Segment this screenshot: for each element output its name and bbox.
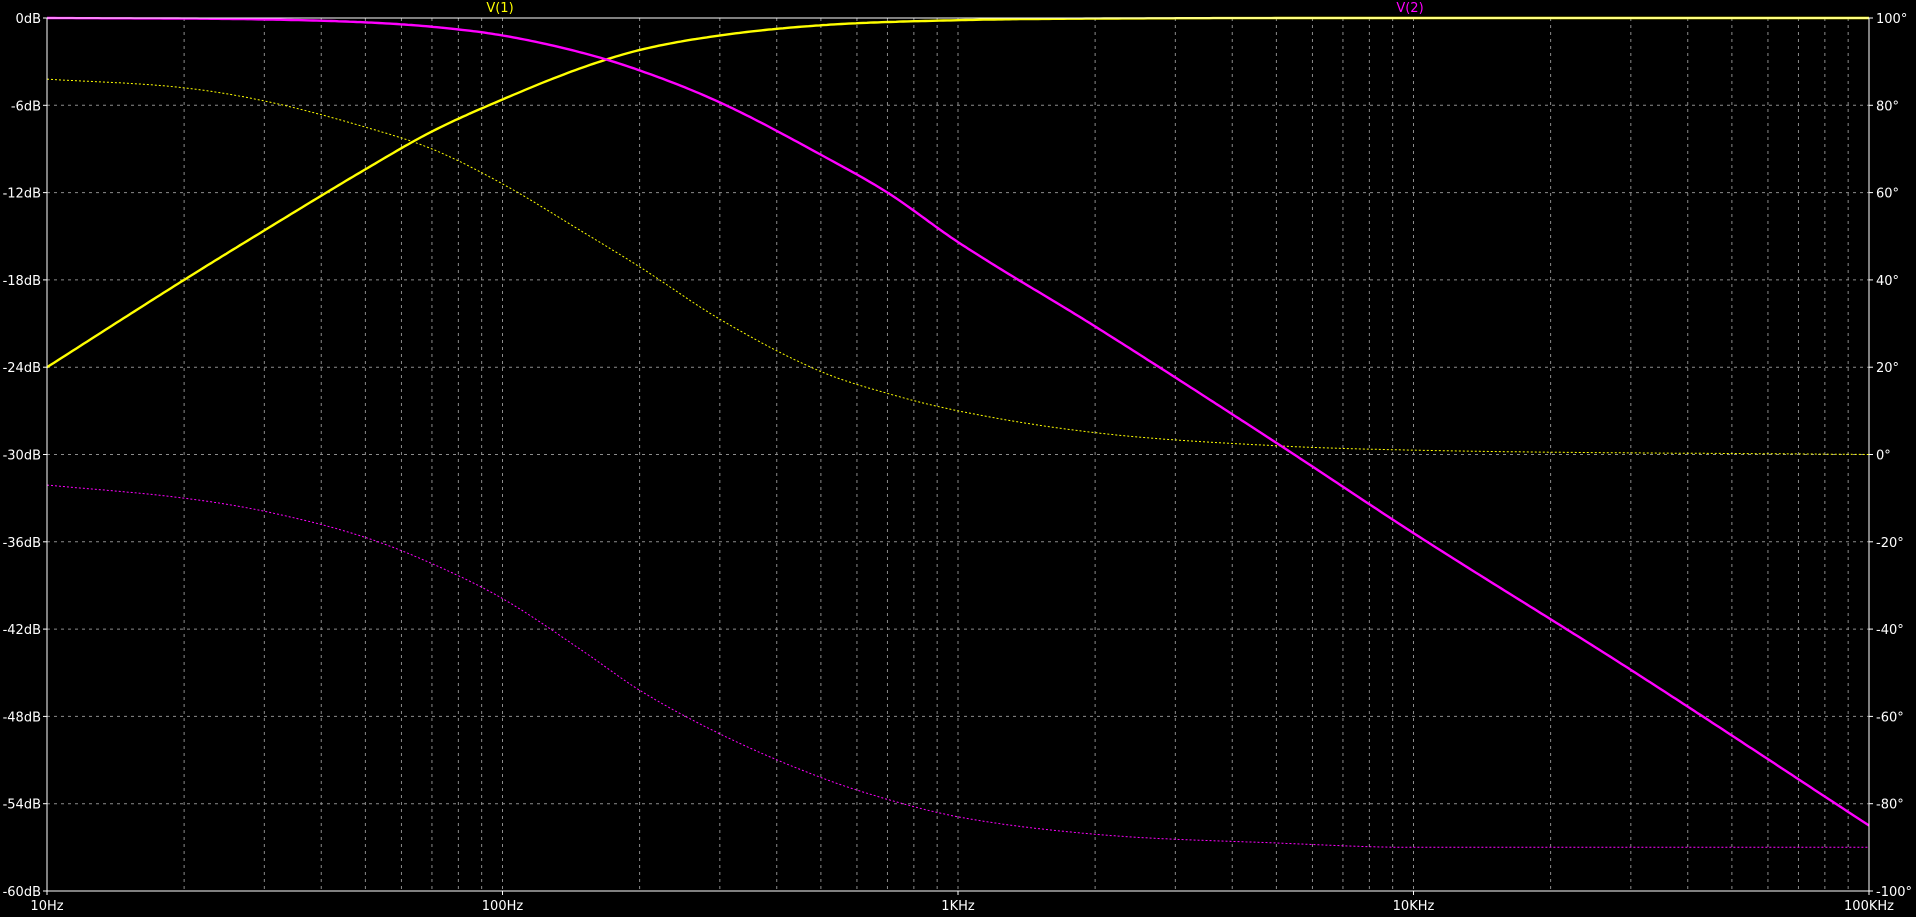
y-right-tick-label: -20°	[1876, 536, 1904, 551]
y-right-tick-label: 40°	[1876, 274, 1899, 289]
y-right-tick-label: -60°	[1876, 710, 1904, 725]
y-right-tick-label: -100°	[1876, 885, 1912, 900]
x-tick-label: 100Hz	[482, 899, 524, 914]
y-right-tick-label: -80°	[1876, 798, 1904, 813]
x-tick-label: 1KHz	[941, 899, 975, 914]
y-left-tick-label: -54dB	[3, 798, 41, 813]
x-tick-label: 10Hz	[30, 899, 63, 914]
y-left-tick-label: -12dB	[3, 187, 41, 202]
legend-v1[interactable]: V(1)	[486, 1, 513, 16]
legend-v2[interactable]: V(2)	[1396, 1, 1423, 16]
y-right-tick-label: 20°	[1876, 361, 1899, 376]
y-right-tick-label: -40°	[1876, 623, 1904, 638]
y-right-tick-label: 100°	[1876, 12, 1907, 27]
y-left-tick-label: -18dB	[3, 274, 41, 289]
y-left-tick-label: -30dB	[3, 449, 41, 464]
y-left-tick-label: -36dB	[3, 536, 41, 551]
y-right-tick-label: 0°	[1876, 449, 1891, 464]
y-left-tick-label: -48dB	[3, 710, 41, 725]
y-left-tick-label: -6dB	[11, 99, 41, 114]
y-right-tick-label: 80°	[1876, 99, 1899, 114]
y-left-tick-label: -24dB	[3, 361, 41, 376]
y-left-tick-label: 0dB	[16, 12, 41, 27]
x-tick-label: 100KHz	[1844, 899, 1894, 914]
y-left-tick-label: -42dB	[3, 623, 41, 638]
x-tick-label: 10KHz	[1393, 899, 1435, 914]
y-left-tick-label: -60dB	[3, 885, 41, 900]
bode-plot: 10Hz 100Hz 1KHz 10KHz 100KHz 0dB -6dB -12dB -18d…	[0, 0, 1916, 917]
y-right-tick-label: 60°	[1876, 187, 1899, 202]
